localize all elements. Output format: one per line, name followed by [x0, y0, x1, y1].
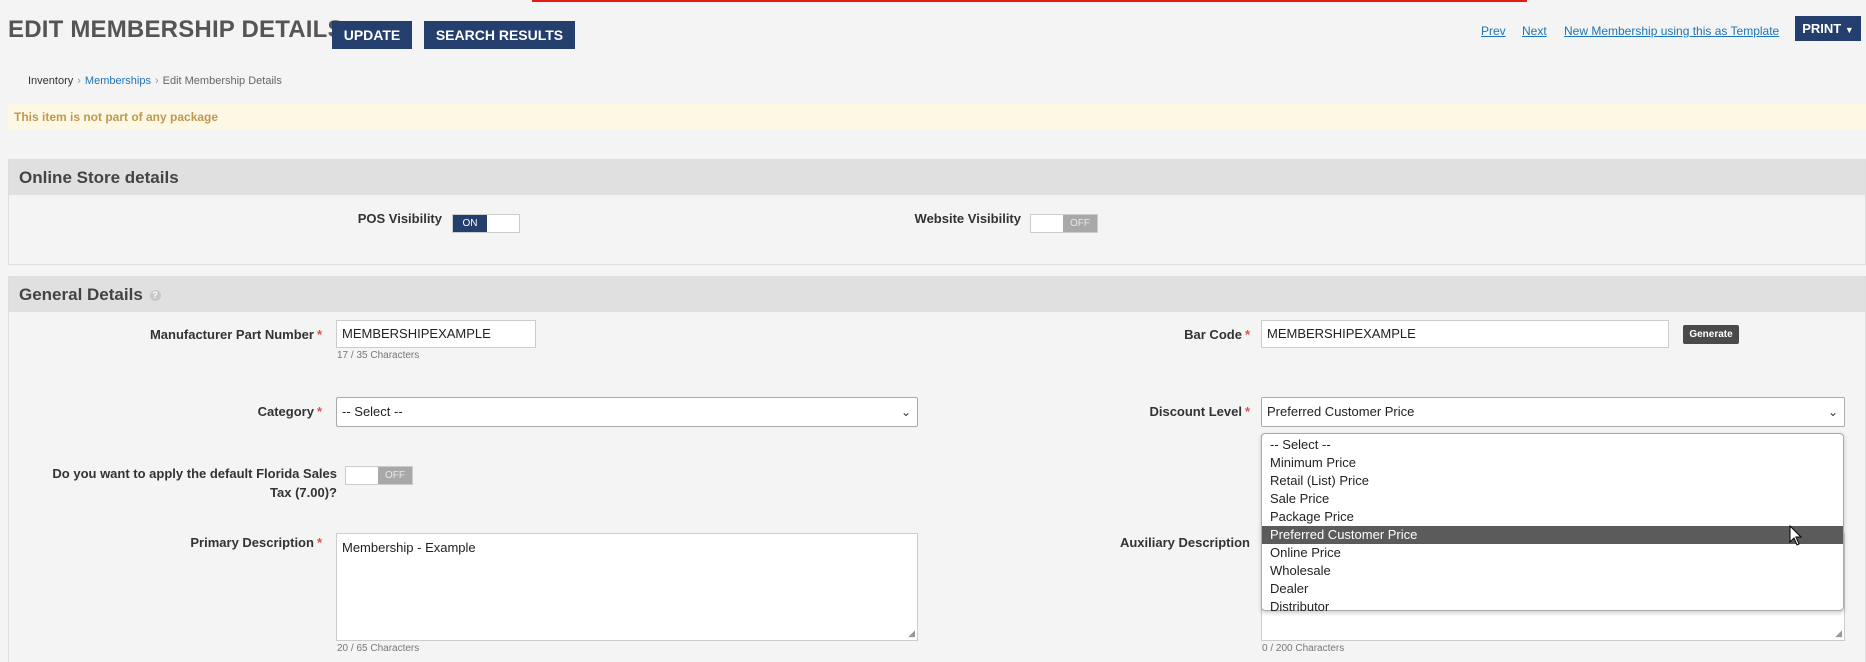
mpn-label: Manufacturer Part Number *	[100, 327, 322, 342]
breadcrumb: Inventory › Memberships › Edit Membership De…	[28, 75, 282, 87]
toggle-off-state: OFF	[1063, 215, 1097, 232]
mpn-label-text: Manufacturer Part Number	[149, 327, 314, 342]
resize-grip-icon[interactable]: ◢	[1835, 628, 1842, 639]
chevron-down-icon: ⌄	[1827, 405, 1838, 419]
general-details-title: General Details	[19, 285, 143, 304]
category-label-text: Category	[257, 404, 314, 419]
discount-level-dropdown-list[interactable]: -- Select -- Minimum Price Retail (List) P…	[1261, 433, 1844, 614]
discount-option[interactable]: Package Price	[1262, 508, 1843, 526]
breadcrumb-separator-icon: ›	[77, 75, 81, 87]
discount-option[interactable]: Dealer	[1262, 580, 1843, 598]
package-alert: This item is not part of any package	[8, 104, 1866, 130]
primary-description-label: Primary Description *	[150, 535, 322, 550]
prev-link[interactable]: Prev	[1481, 24, 1506, 38]
chevron-down-icon: ⌄	[900, 405, 911, 419]
page-title: EDIT MEMBERSHIP DETAILS	[8, 16, 344, 43]
required-icon: *	[1244, 327, 1250, 342]
breadcrumb-separator-icon: ›	[154, 75, 159, 87]
search-results-button[interactable]: SEARCH RESULTS	[424, 21, 575, 49]
help-icon[interactable]: ?	[149, 290, 161, 302]
category-select-value: -- Select --	[342, 404, 403, 419]
primary-description-char-count: 20 / 65 Characters	[337, 643, 420, 654]
toggle-off-state: OFF	[378, 467, 412, 484]
website-visibility-toggle[interactable]: OFF	[1030, 214, 1098, 233]
discount-level-select-value: Preferred Customer Price	[1267, 404, 1415, 419]
top-accent-line	[532, 0, 1527, 2]
print-button-label: PRINT	[1802, 21, 1842, 36]
category-select[interactable]: -- Select -- ⌄	[336, 397, 918, 427]
barcode-label: Bar Code *	[1130, 327, 1250, 342]
discount-option[interactable]: Distributor	[1262, 598, 1843, 616]
mpn-input[interactable]: MEMBERSHIPEXAMPLE	[336, 320, 536, 348]
florida-tax-label-line1: Do you want to apply the default Florida…	[52, 466, 337, 481]
category-label: Category *	[200, 404, 322, 419]
new-membership-template-link[interactable]: New Membership using this as Template	[1564, 24, 1779, 38]
next-link[interactable]: Next	[1522, 24, 1547, 38]
discount-option[interactable]: -- Select --	[1262, 436, 1843, 454]
primary-description-textarea[interactable]: Membership - Example ◢	[336, 533, 918, 641]
discount-option[interactable]: Retail (List) Price	[1262, 472, 1843, 490]
generate-barcode-button[interactable]: Generate	[1683, 325, 1739, 344]
mpn-char-count: 17 / 35 Characters	[337, 350, 420, 361]
discount-option[interactable]: Online Price	[1262, 544, 1843, 562]
florida-tax-label: Do you want to apply the default Florida…	[30, 464, 337, 502]
auxiliary-description-label: Auxiliary Description	[1119, 535, 1250, 550]
toggle-on-state: ON	[453, 215, 487, 232]
florida-tax-toggle[interactable]: OFF	[345, 466, 413, 485]
breadcrumb-memberships[interactable]: Memberships	[85, 75, 151, 87]
print-button[interactable]: PRINT ▼	[1795, 16, 1861, 41]
discount-level-label: Discount Level *	[1100, 404, 1250, 419]
discount-level-label-text: Discount Level	[1149, 404, 1242, 419]
pos-visibility-label: POS Visibility	[357, 211, 442, 226]
online-store-heading: Online Store details	[9, 160, 1865, 195]
update-button[interactable]: UPDATE	[332, 21, 412, 49]
general-details-heading: General Details ?	[9, 277, 1865, 312]
required-icon: *	[316, 535, 322, 550]
pos-visibility-toggle[interactable]: ON	[452, 214, 520, 233]
florida-tax-label-line2: Tax (7.00)?	[270, 485, 337, 500]
website-visibility-label: Website Visibility	[914, 211, 1021, 226]
auxiliary-description-char-count: 0 / 200 Characters	[1262, 643, 1345, 654]
resize-grip-icon[interactable]: ◢	[908, 628, 915, 639]
required-icon: *	[316, 404, 322, 419]
mouse-cursor-icon	[1789, 525, 1803, 546]
discount-option[interactable]: Sale Price	[1262, 490, 1843, 508]
primary-description-value: Membership - Example	[342, 540, 476, 555]
discount-option[interactable]: Minimum Price	[1262, 454, 1843, 472]
breadcrumb-current: Edit Membership Details	[162, 75, 282, 87]
barcode-label-text: Bar Code	[1184, 327, 1242, 342]
discount-level-select[interactable]: Preferred Customer Price ⌄	[1261, 397, 1845, 427]
barcode-input[interactable]: MEMBERSHIPEXAMPLE	[1261, 320, 1669, 348]
required-icon: *	[316, 327, 322, 342]
breadcrumb-inventory[interactable]: Inventory	[28, 75, 73, 87]
caret-down-icon: ▼	[1844, 25, 1854, 35]
discount-option[interactable]: Preferred Customer Price	[1262, 526, 1843, 544]
primary-description-label-text: Primary Description	[190, 535, 314, 550]
discount-option[interactable]: Wholesale	[1262, 562, 1843, 580]
required-icon: *	[1244, 404, 1250, 419]
